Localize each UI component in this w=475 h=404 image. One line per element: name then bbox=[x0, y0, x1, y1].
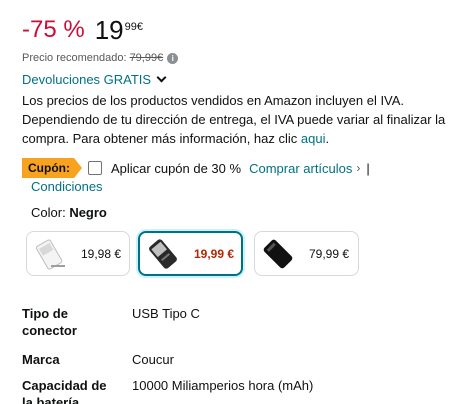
color-selection-label: Color: Negro bbox=[31, 205, 107, 220]
color-swatch-black[interactable]: 79,99 € bbox=[254, 231, 359, 276]
spec-label: Tipo de conector bbox=[22, 306, 77, 338]
spec-value: 10000 Miliamperios hora (mAh) bbox=[132, 378, 314, 393]
chevron-right-icon: › bbox=[356, 161, 361, 175]
info-icon[interactable]: i bbox=[167, 52, 179, 64]
divider: | bbox=[366, 160, 370, 176]
selected-color-value: Negro bbox=[69, 205, 107, 220]
product-thumbnail-black bbox=[261, 237, 295, 271]
free-returns-link[interactable]: Devoluciones GRATIS bbox=[22, 72, 167, 87]
price-whole: 19 bbox=[94, 15, 124, 45]
spec-value: Coucur bbox=[132, 352, 174, 367]
apply-coupon-label[interactable]: Aplicar cupón de 30 % bbox=[111, 161, 241, 176]
spec-value: USB Tipo C bbox=[132, 306, 200, 321]
chevron-down-icon[interactable] bbox=[156, 72, 167, 83]
spec-label: Capacidad de la batería bbox=[22, 378, 107, 404]
coupon-row: Cupón: Aplicar cupón de 30 % Comprar art… bbox=[22, 157, 370, 179]
product-thumbnail-black-silver bbox=[146, 237, 180, 271]
vat-text: Los precios de los productos vendidos en… bbox=[22, 93, 446, 146]
old-price: 79,99€ bbox=[129, 52, 164, 64]
coupon-conditions-link[interactable]: Condiciones bbox=[31, 179, 103, 194]
recommended-label: Precio recomendado: bbox=[22, 52, 127, 64]
free-returns-label[interactable]: Devoluciones GRATIS bbox=[22, 72, 151, 87]
recommended-price: Precio recomendado: 79,99€ i bbox=[22, 52, 179, 64]
product-thumbnail-white bbox=[33, 237, 67, 271]
current-price: 19 99€ bbox=[95, 14, 143, 46]
swatch-price: 19,98 € bbox=[81, 246, 122, 261]
shop-items-link[interactable]: Comprar artículos bbox=[249, 161, 352, 176]
price-row: -75 % 19 99€ bbox=[22, 14, 143, 46]
spec-label: Marca bbox=[22, 352, 60, 367]
apply-coupon-checkbox[interactable] bbox=[87, 161, 102, 175]
swatch-price: 79,99 € bbox=[309, 246, 350, 261]
coupon-badge: Cupón: bbox=[22, 158, 82, 178]
swatch-price: 19,99 € bbox=[194, 246, 235, 261]
price-fraction: 99€ bbox=[124, 21, 143, 33]
discount-percentage: -75 % bbox=[22, 16, 85, 43]
vat-notice: Los precios de los productos vendidos en… bbox=[22, 93, 446, 146]
color-swatch-black-selected[interactable]: 19,99 € bbox=[138, 231, 243, 276]
color-swatch-white[interactable]: 19,98 € bbox=[26, 231, 130, 276]
vat-more-info-link[interactable]: aqui bbox=[301, 131, 326, 146]
